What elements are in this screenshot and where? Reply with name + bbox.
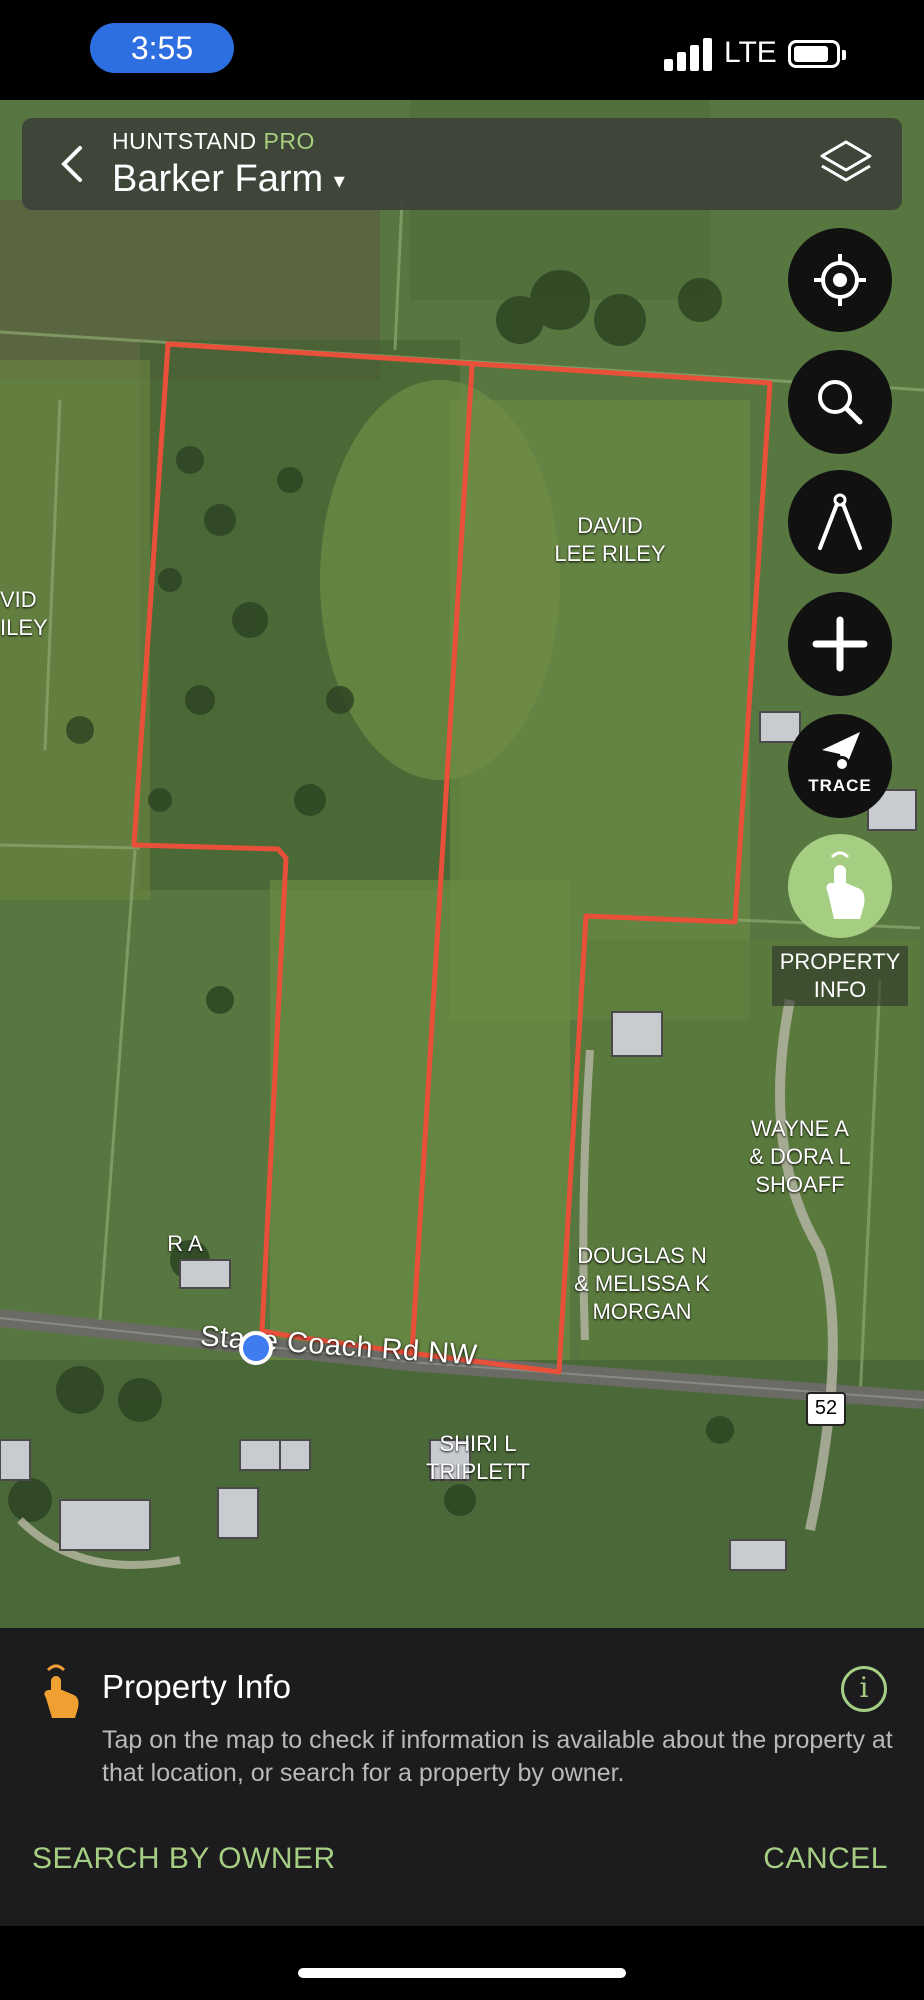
- route-shield: 52: [806, 1392, 846, 1426]
- parcel-label-ra: R A: [167, 1231, 203, 1256]
- search-icon: [818, 380, 863, 425]
- parcel-label-riley-main: DAVID LEE RILEY: [554, 513, 666, 566]
- layers-icon[interactable]: [818, 138, 874, 192]
- parcel-label-morgan: DOUGLAS N & MELISSA K MORGAN: [574, 1243, 710, 1324]
- sheet-title: Property Info: [102, 1668, 291, 1705]
- parcel-label-riley-west: VID ILEY: [0, 587, 48, 640]
- property-name: Barker Farm: [112, 158, 324, 200]
- satellite-map[interactable]: DAVID LEE RILEY VID ILEY WAYNE A & DORA …: [0, 100, 924, 1628]
- cellular-signal-icon: [664, 37, 716, 71]
- current-location-marker: [239, 1331, 273, 1365]
- locate-me-button[interactable]: [788, 228, 892, 332]
- cancel-button[interactable]: CANCEL: [763, 1842, 888, 1876]
- tap-hand-icon: [826, 851, 865, 919]
- property-info-sheet: Property Info i Tap on the map to check …: [0, 1628, 924, 1926]
- trace-icon: [822, 732, 860, 772]
- search-button[interactable]: [788, 350, 892, 454]
- status-bar: 3:55 LTE: [0, 0, 924, 100]
- brand-label: HUNTSTAND PRO: [112, 128, 315, 155]
- parcel-label-shoaff: WAYNE A & DORA L SHOAFF: [749, 1116, 851, 1197]
- add-button[interactable]: [788, 592, 892, 696]
- battery-icon: [788, 40, 846, 68]
- back-chevron-icon[interactable]: [52, 142, 92, 186]
- info-icon[interactable]: i: [841, 1666, 887, 1712]
- measure-button[interactable]: [788, 470, 892, 574]
- plus-icon: [812, 616, 868, 672]
- status-time: 3:55: [90, 23, 234, 73]
- sheet-description: Tap on the map to check if information i…: [102, 1726, 893, 1787]
- home-indicator[interactable]: [298, 1968, 626, 1978]
- property-selector[interactable]: Barker Farm ▾: [112, 158, 345, 201]
- brand-tier: PRO: [263, 128, 315, 154]
- dropdown-caret-icon: ▾: [333, 167, 345, 193]
- brand-name: HUNTSTAND: [112, 128, 257, 154]
- network-type: LTE: [724, 36, 777, 69]
- tap-hand-icon: [44, 1664, 79, 1718]
- locate-icon: [814, 254, 866, 306]
- property-info-button[interactable]: [788, 834, 892, 938]
- map-header-bar: HUNTSTAND PRO Barker Farm ▾: [22, 118, 902, 210]
- compass-icon: [818, 493, 862, 550]
- parcel-label-triplett: SHIRI L TRIPLETT: [426, 1431, 530, 1484]
- home-indicator-area: [0, 1926, 924, 2000]
- property-info-caption: PROPERTY INFO: [772, 946, 908, 1006]
- search-by-owner-button[interactable]: SEARCH BY OWNER: [32, 1842, 336, 1876]
- trace-label: TRACE: [808, 776, 872, 795]
- trace-button[interactable]: TRACE: [788, 714, 892, 818]
